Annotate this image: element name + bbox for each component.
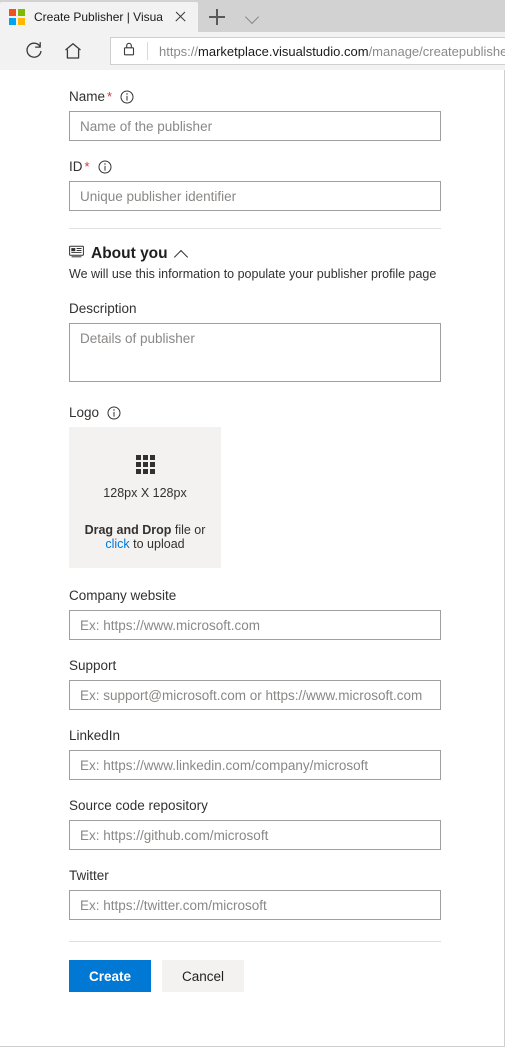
microsoft-logo-icon (9, 9, 25, 25)
field-source-repo: Source code repository (69, 797, 504, 850)
logo-size-hint: 128px X 128px (103, 486, 187, 500)
label-twitter: Twitter (69, 867, 504, 885)
support-input[interactable] (69, 680, 441, 710)
info-icon[interactable] (107, 406, 121, 420)
logo-upload-link[interactable]: click (105, 537, 129, 551)
home-icon[interactable] (61, 39, 85, 63)
info-icon[interactable] (98, 160, 112, 174)
browser-tab[interactable]: Create Publisher | Visua (0, 2, 198, 32)
field-description: Description (69, 300, 504, 387)
navigation-bar: https://marketplace.visualstudio.com/man… (0, 32, 505, 70)
field-linkedin: LinkedIn (69, 727, 504, 780)
logo-drag-text: Drag and Drop file or (84, 523, 206, 537)
label-id: ID * (69, 158, 504, 176)
tab-title: Create Publisher | Visua (34, 10, 163, 24)
form-actions: Create Cancel (69, 960, 504, 992)
label-description: Description (69, 300, 504, 318)
section-divider (69, 228, 441, 229)
id-card-icon (69, 245, 84, 263)
label-source-repo-text: Source code repository (69, 798, 208, 813)
logo-dropzone[interactable]: 128px X 128px Drag and Drop file or clic… (69, 427, 221, 568)
label-company-website: Company website (69, 587, 504, 605)
label-support-text: Support (69, 658, 117, 673)
linkedin-input[interactable] (69, 750, 441, 780)
reload-icon[interactable] (22, 39, 46, 63)
field-twitter: Twitter (69, 867, 504, 920)
label-company-website-text: Company website (69, 588, 177, 603)
field-company-website: Company website (69, 587, 504, 640)
chevron-up-icon[interactable] (175, 248, 188, 261)
label-logo: Logo (69, 404, 504, 422)
logo-click-text: click to upload (105, 537, 185, 551)
name-input[interactable] (69, 111, 441, 141)
about-you-title: About you (91, 245, 168, 262)
label-description-text: Description (69, 301, 137, 316)
label-linkedin-text: LinkedIn (69, 728, 121, 743)
label-linkedin: LinkedIn (69, 727, 504, 745)
label-source-repo: Source code repository (69, 797, 504, 815)
browser-chrome: Create Publisher | Visua https://marketp… (0, 0, 505, 70)
label-support: Support (69, 657, 504, 675)
field-id: ID * (69, 158, 504, 211)
field-logo: Logo 128px X 128px Drag and Drop file or… (69, 404, 504, 568)
actions-divider (69, 941, 441, 942)
field-support: Support (69, 657, 504, 710)
address-divider (147, 42, 148, 60)
page-content: Name * ID * (0, 70, 505, 1047)
about-you-header: About you (69, 245, 504, 263)
source-repo-input[interactable] (69, 820, 441, 850)
label-twitter-text: Twitter (69, 868, 109, 883)
description-input[interactable] (69, 323, 441, 382)
label-logo-text: Logo (69, 405, 100, 420)
company-website-input[interactable] (69, 610, 441, 640)
chevron-down-icon[interactable] (240, 4, 264, 28)
create-button[interactable]: Create (69, 960, 151, 992)
close-icon[interactable] (168, 4, 194, 30)
field-name: Name * (69, 88, 504, 141)
address-bar[interactable]: https://marketplace.visualstudio.com/man… (110, 37, 505, 65)
required-marker: * (107, 89, 113, 104)
label-name-text: Name (69, 89, 106, 104)
required-marker: * (84, 159, 90, 174)
info-icon[interactable] (120, 90, 134, 104)
twitter-input[interactable] (69, 890, 441, 920)
tab-strip: Create Publisher | Visua (0, 0, 505, 32)
url-text: https://marketplace.visualstudio.com/man… (159, 43, 505, 59)
label-name: Name * (69, 88, 504, 106)
lock-icon (122, 41, 136, 62)
new-tab-button[interactable] (204, 4, 230, 30)
grid-icon (135, 455, 155, 474)
id-input[interactable] (69, 181, 441, 211)
about-you-subtitle: We will use this information to populate… (69, 267, 437, 281)
create-publisher-form: Name * ID * (0, 70, 504, 992)
label-id-text: ID (69, 159, 83, 174)
cancel-button[interactable]: Cancel (162, 960, 244, 992)
